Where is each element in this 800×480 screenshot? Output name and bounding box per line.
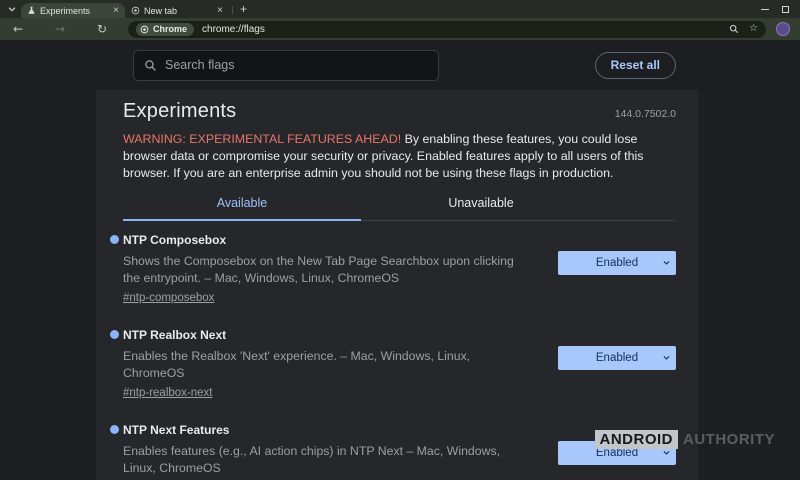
- close-tab-icon[interactable]: ×: [217, 6, 223, 16]
- flag-main: NTP Realbox Next Enables the Realbox 'Ne…: [123, 328, 558, 401]
- tab-new-tab[interactable]: New tab ×: [125, 3, 229, 18]
- dropdown-value: Enabled: [596, 352, 638, 364]
- warning-text: WARNING: EXPERIMENTAL FEATURES AHEAD! By…: [123, 131, 675, 182]
- flag-indicator-column: [110, 328, 123, 401]
- forward-button[interactable]: →: [52, 23, 68, 35]
- bookmark-star-icon[interactable]: ☆: [749, 24, 758, 34]
- chevron-down-icon: [662, 353, 671, 365]
- flag-title: NTP Next Features: [123, 423, 532, 437]
- flag-description: Enables the Realbox 'Next' experience. –…: [123, 348, 532, 381]
- flag-value-dropdown[interactable]: Enabled: [558, 346, 676, 370]
- chrome-logo-icon: [140, 25, 149, 34]
- chrome-badge-label: Chrome: [153, 24, 187, 34]
- flag-indicator-column: [110, 233, 123, 306]
- search-icon: [144, 59, 157, 72]
- page-title: Experiments: [123, 100, 236, 123]
- flag-row-ntp-composebox: NTP Composebox Shows the Composebox on t…: [110, 233, 676, 306]
- back-button[interactable]: ←: [10, 23, 26, 35]
- maximize-icon: [782, 6, 789, 13]
- tab-bar: Experiments × New tab × +: [0, 0, 800, 18]
- tab-divider: [232, 6, 233, 14]
- reload-button[interactable]: ↻: [94, 23, 110, 35]
- tab-experiments[interactable]: Experiments ×: [21, 3, 125, 18]
- watermark-badge: ANDROID: [595, 430, 679, 449]
- flag-row-ntp-realbox-next: NTP Realbox Next Enables the Realbox 'Ne…: [110, 328, 676, 401]
- dropdown-value: Enabled: [596, 257, 638, 269]
- android-authority-watermark: ANDROID AUTHORITY: [595, 430, 776, 449]
- tab-title: New tab: [144, 6, 217, 16]
- minimize-button[interactable]: [760, 5, 769, 14]
- flag-permalink[interactable]: #ntp-composebox: [123, 292, 214, 304]
- flag-value-dropdown[interactable]: Enabled: [558, 251, 676, 275]
- tab-title: Experiments: [40, 6, 113, 16]
- chrome-badge[interactable]: Chrome: [136, 23, 194, 36]
- flag-main: NTP Next Features Enables features (e.g.…: [123, 423, 558, 480]
- warning-highlight: WARNING: EXPERIMENTAL FEATURES AHEAD!: [123, 132, 401, 146]
- search-lens-icon[interactable]: [729, 24, 739, 34]
- flag-description: Shows the Composebox on the New Tab Page…: [123, 253, 532, 286]
- search-flags-input[interactable]: [165, 58, 428, 72]
- flag-control-column: Enabled: [558, 328, 676, 401]
- address-bar[interactable]: Chrome chrome://flags ☆: [128, 21, 766, 38]
- flag-row-ntp-next-features: NTP Next Features Enables features (e.g.…: [110, 423, 676, 480]
- flag-title: NTP Composebox: [123, 233, 532, 247]
- flag-title: NTP Realbox Next: [123, 328, 532, 342]
- version-number: 144.0.7502.0: [615, 108, 676, 123]
- experiments-card: Experiments 144.0.7502.0 WARNING: EXPERI…: [96, 90, 698, 480]
- tab-available[interactable]: Available: [123, 196, 361, 221]
- browser-toolbar: ← → ↻ Chrome chrome://flags ☆: [0, 18, 800, 40]
- tab-unavailable[interactable]: Unavailable: [361, 196, 601, 220]
- url-text: chrome://flags: [202, 24, 265, 35]
- flags-header: Reset all: [0, 40, 800, 90]
- new-tab-button[interactable]: +: [240, 3, 247, 15]
- flag-indicator-column: [110, 423, 123, 480]
- flag-control-column: Enabled: [558, 233, 676, 306]
- blue-dot-icon: [110, 425, 119, 434]
- page-background: Experiments 144.0.7502.0 WARNING: EXPERI…: [0, 90, 800, 480]
- flask-icon: [27, 6, 36, 15]
- reset-all-button[interactable]: Reset all: [595, 52, 676, 79]
- blue-dot-icon: [110, 330, 119, 339]
- watermark-text: AUTHORITY: [683, 431, 775, 448]
- tab-search-button[interactable]: [5, 2, 19, 16]
- globe-icon: [131, 6, 140, 15]
- flags-list: NTP Composebox Shows the Composebox on t…: [110, 233, 676, 480]
- minimize-icon: [761, 9, 769, 10]
- maximize-button[interactable]: [781, 5, 790, 14]
- flag-permalink[interactable]: #ntp-realbox-next: [123, 387, 213, 399]
- profile-avatar[interactable]: [776, 22, 790, 36]
- chevron-down-icon: [662, 448, 671, 460]
- close-tab-icon[interactable]: ×: [113, 6, 119, 16]
- flag-main: NTP Composebox Shows the Composebox on t…: [123, 233, 558, 306]
- blue-dot-icon: [110, 235, 119, 244]
- card-header: Experiments 144.0.7502.0: [110, 100, 676, 123]
- availability-tabs: Available Unavailable: [123, 196, 675, 221]
- chevron-down-icon: [7, 4, 17, 14]
- window-controls: [760, 0, 800, 14]
- flag-description: Enables features (e.g., AI action chips)…: [123, 443, 532, 476]
- chevron-down-icon: [662, 258, 671, 270]
- flags-search-box[interactable]: [133, 50, 439, 81]
